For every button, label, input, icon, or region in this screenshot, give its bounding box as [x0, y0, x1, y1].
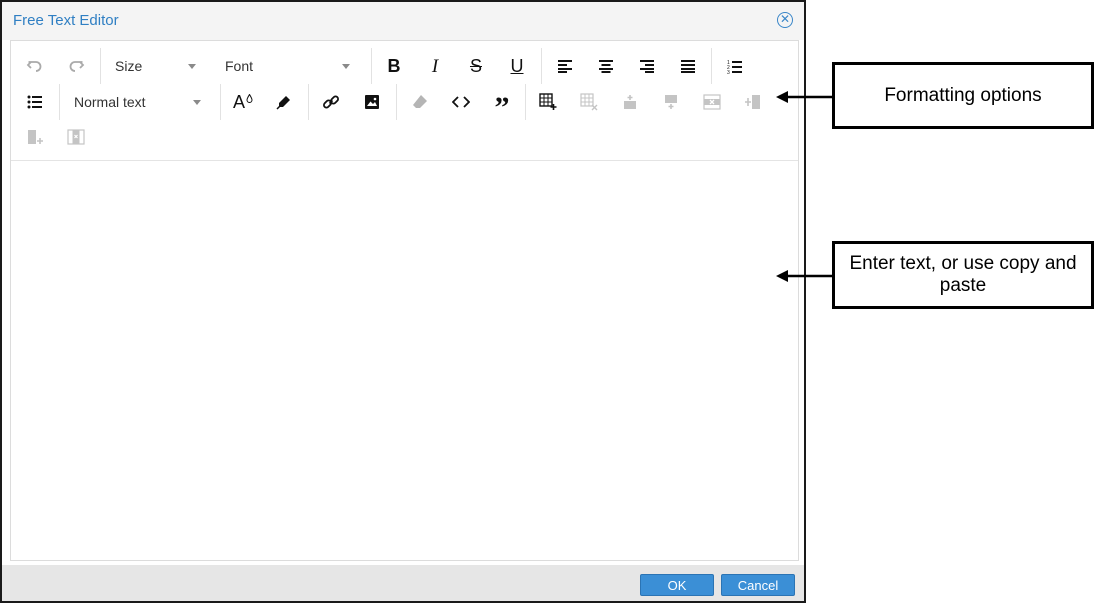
image-icon	[365, 95, 379, 109]
ordered-list-icon: 123	[727, 60, 742, 74]
undo-icon[interactable]	[21, 53, 49, 79]
table-delete-icon	[580, 93, 598, 111]
align-left-button[interactable]	[551, 53, 579, 79]
editor-content-area[interactable]	[11, 161, 798, 560]
text-color-button[interactable]: A	[229, 89, 257, 115]
underline-icon: U	[510, 56, 524, 76]
strikethrough-icon: S	[469, 56, 482, 76]
bulleted-list-button[interactable]	[21, 89, 49, 115]
justify-icon	[681, 60, 695, 73]
strikethrough-button[interactable]: S	[462, 53, 490, 79]
rich-text-editor: Size Font B I S U 1 2 3 Normal text A ”	[10, 40, 799, 561]
dialog-title: Free Text Editor	[13, 12, 119, 29]
row-insert-below-icon	[665, 95, 677, 109]
code-icon	[452, 96, 470, 108]
align-left-icon	[558, 60, 572, 73]
align-right-icon	[640, 60, 654, 73]
insert-table-button[interactable]	[534, 89, 562, 115]
eraser-icon	[413, 95, 427, 108]
enter-text-callout-text: Enter text, or use copy and paste	[849, 253, 1077, 296]
highlight-button[interactable]	[270, 89, 298, 115]
text-color-icon: A	[232, 92, 245, 112]
clear-formatting-button[interactable]	[406, 89, 434, 115]
justify-button[interactable]	[674, 53, 702, 79]
column-insert-icon	[745, 95, 760, 109]
arrow-left-icon	[776, 270, 834, 282]
arrow-left-icon	[776, 91, 834, 103]
chevron-down-icon	[188, 64, 196, 69]
size-dropdown[interactable]: Size	[115, 53, 205, 79]
underline-button[interactable]: U	[503, 53, 531, 79]
droplet-icon	[246, 94, 253, 103]
column-insert-left-icon	[28, 130, 43, 144]
toolbar-divider	[371, 48, 372, 84]
quote-icon: ”	[494, 91, 510, 124]
bold-button[interactable]: B	[380, 53, 408, 79]
delete-column-button[interactable]	[62, 124, 90, 150]
insert-column-right-button[interactable]	[739, 89, 767, 115]
marker-icon	[276, 96, 290, 110]
formatting-options-callout-text: Formatting options	[884, 84, 1042, 106]
paragraph-style-label: Normal text	[74, 94, 146, 110]
italic-icon: I	[431, 55, 439, 77]
insert-column-left-button[interactable]	[21, 124, 49, 150]
toolbar-divider	[308, 84, 309, 120]
dialog-footer: OK Cancel	[2, 565, 804, 601]
toolbar-divider	[525, 84, 526, 120]
formatting-toolbar: Size Font B I S U 1 2 3 Normal text A ”	[11, 41, 798, 161]
size-dropdown-label: Size	[115, 58, 143, 74]
row-insert-above-icon	[624, 95, 636, 109]
chevron-down-icon	[342, 64, 350, 69]
toolbar-divider	[541, 48, 542, 84]
italic-button[interactable]: I	[421, 53, 449, 79]
chevron-down-icon	[193, 100, 201, 105]
bold-icon: B	[387, 56, 401, 76]
insert-image-button[interactable]	[358, 89, 386, 115]
redo-icon[interactable]	[62, 53, 90, 79]
bulleted-list-icon	[27, 95, 42, 109]
ordered-list-button[interactable]: 123	[721, 53, 749, 79]
enter-text-callout: Enter text, or use copy and paste	[832, 241, 1094, 309]
align-right-button[interactable]	[633, 53, 661, 79]
align-center-button[interactable]	[592, 53, 620, 79]
align-center-icon	[599, 60, 613, 73]
column-delete-icon	[67, 129, 85, 145]
toolbar-divider	[59, 84, 60, 120]
font-dropdown[interactable]: Font	[225, 53, 365, 79]
paragraph-style-dropdown[interactable]: Normal text	[74, 89, 214, 115]
code-view-button[interactable]	[447, 89, 475, 115]
row-delete-icon	[703, 94, 721, 110]
insert-link-button[interactable]	[317, 89, 345, 115]
insert-row-below-button[interactable]	[657, 89, 685, 115]
delete-table-button[interactable]	[575, 89, 603, 115]
close-icon[interactable]: ✕	[777, 12, 793, 28]
link-icon	[323, 95, 339, 109]
table-insert-icon	[539, 93, 557, 110]
blockquote-button[interactable]: ”	[488, 89, 516, 123]
toolbar-divider	[396, 84, 397, 120]
delete-row-button[interactable]	[698, 89, 726, 115]
svg-text:3: 3	[727, 70, 730, 74]
toolbar-divider	[711, 48, 712, 84]
toolbar-divider	[100, 48, 101, 84]
toolbar-divider	[220, 84, 221, 120]
ok-button[interactable]: OK	[640, 574, 714, 596]
insert-row-above-button[interactable]	[616, 89, 644, 115]
formatting-options-callout: Formatting options	[832, 62, 1094, 129]
free-text-editor-dialog: Free Text Editor ✕ Size Font B I S U 1 2…	[0, 0, 806, 603]
cancel-button[interactable]: Cancel	[721, 574, 795, 596]
dialog-titlebar: Free Text Editor ✕	[2, 2, 804, 40]
font-dropdown-label: Font	[225, 58, 254, 74]
